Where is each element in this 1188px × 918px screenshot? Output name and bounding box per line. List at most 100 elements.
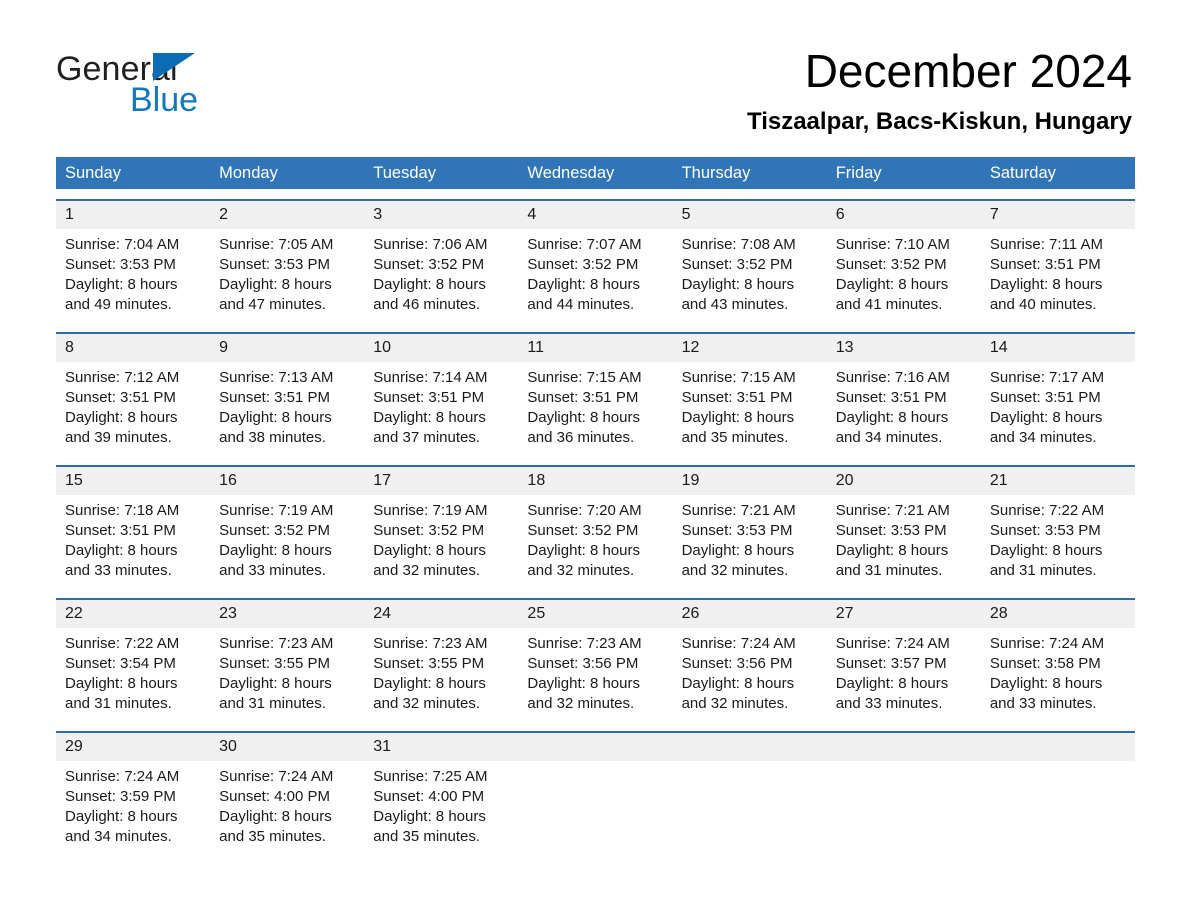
- daylight-text-cont: and 43 minutes.: [681, 296, 789, 313]
- daylight-text: Daylight: 8 hours: [373, 276, 486, 293]
- day-number[interactable]: 1: [56, 201, 210, 229]
- day-number[interactable]: 19: [673, 467, 827, 495]
- day-cell[interactable]: Sunrise: 7:23 AM Sunset: 3:56 PM Dayligh…: [518, 628, 672, 721]
- sunrise-text: Sunrise: 7:06 AM: [373, 236, 488, 253]
- sunrise-text: Sunrise: 7:24 AM: [835, 635, 950, 652]
- daylight-text: Daylight: 8 hours: [681, 276, 795, 293]
- day-number[interactable]: 27: [827, 600, 981, 628]
- day-number[interactable]: 4: [518, 201, 672, 229]
- day-cell-empty: [673, 733, 827, 761]
- daylight-text: Daylight: 8 hours: [835, 675, 949, 692]
- day-cell[interactable]: Sunrise: 7:07 AM Sunset: 3:52 PM Dayligh…: [518, 229, 672, 322]
- daylight-text-cont: and 38 minutes.: [219, 429, 326, 446]
- daylight-text: Daylight: 8 hours: [65, 409, 178, 426]
- day-number[interactable]: 3: [364, 201, 518, 229]
- week-detail-row: Sunrise: 7:04 AM Sunset: 3:53 PM Dayligh…: [56, 229, 1135, 322]
- day-cell[interactable]: Sunrise: 7:19 AM Sunset: 3:52 PM Dayligh…: [210, 495, 364, 588]
- day-cell-empty: [827, 761, 981, 854]
- daylight-text: Daylight: 8 hours: [681, 409, 795, 426]
- day-number[interactable]: 14: [981, 334, 1135, 362]
- day-number[interactable]: 20: [827, 467, 981, 495]
- day-cell[interactable]: Sunrise: 7:08 AM Sunset: 3:52 PM Dayligh…: [673, 229, 827, 322]
- day-cell[interactable]: Sunrise: 7:24 AM Sunset: 3:58 PM Dayligh…: [981, 628, 1135, 721]
- day-cell[interactable]: Sunrise: 7:15 AM Sunset: 3:51 PM Dayligh…: [673, 362, 827, 455]
- daylight-text-cont: and 47 minutes.: [219, 296, 326, 313]
- day-number[interactable]: 9: [210, 334, 364, 362]
- sunrise-text: Sunrise: 7:22 AM: [989, 502, 1105, 519]
- daylight-text-cont: and 31 minutes.: [835, 562, 943, 579]
- day-number[interactable]: 5: [673, 201, 827, 229]
- day-number[interactable]: 11: [518, 334, 672, 362]
- day-cell[interactable]: Sunrise: 7:20 AM Sunset: 3:52 PM Dayligh…: [518, 495, 672, 588]
- sunrise-text: Sunrise: 7:23 AM: [373, 635, 488, 652]
- daylight-text-cont: and 35 minutes.: [219, 828, 326, 845]
- day-cell[interactable]: Sunrise: 7:24 AM Sunset: 4:00 PM Dayligh…: [210, 761, 364, 854]
- daylight-text-cont: and 31 minutes.: [989, 562, 1097, 579]
- sunset-text: Sunset: 3:54 PM: [65, 655, 176, 672]
- sunrise-text: Sunrise: 7:23 AM: [527, 635, 642, 652]
- sunset-text: Sunset: 3:55 PM: [219, 655, 331, 672]
- sunset-text: Sunset: 3:51 PM: [527, 389, 639, 406]
- page-title: December 2024: [804, 45, 1132, 97]
- day-number[interactable]: 16: [210, 467, 364, 495]
- sunset-text: Sunset: 3:51 PM: [373, 389, 485, 406]
- day-number[interactable]: 31: [364, 733, 518, 761]
- day-number[interactable]: 25: [518, 600, 672, 628]
- day-number[interactable]: 28: [981, 600, 1135, 628]
- day-number[interactable]: 15: [56, 467, 210, 495]
- day-cell[interactable]: Sunrise: 7:14 AM Sunset: 3:51 PM Dayligh…: [364, 362, 518, 455]
- sunrise-text: Sunrise: 7:24 AM: [681, 635, 796, 652]
- day-number[interactable]: 8: [56, 334, 210, 362]
- day-cell[interactable]: Sunrise: 7:24 AM Sunset: 3:59 PM Dayligh…: [56, 761, 210, 854]
- day-number[interactable]: 22: [56, 600, 210, 628]
- page-subtitle: Tiszaalpar, Bacs-Kiskun, Hungary: [746, 108, 1132, 135]
- sunset-text: Sunset: 3:51 PM: [219, 389, 331, 406]
- day-number[interactable]: 2: [210, 201, 364, 229]
- day-number[interactable]: 23: [210, 600, 364, 628]
- day-cell[interactable]: Sunrise: 7:13 AM Sunset: 3:51 PM Dayligh…: [210, 362, 364, 455]
- day-cell[interactable]: Sunrise: 7:25 AM Sunset: 4:00 PM Dayligh…: [364, 761, 518, 854]
- day-cell[interactable]: Sunrise: 7:10 AM Sunset: 3:52 PM Dayligh…: [827, 229, 981, 322]
- day-cell[interactable]: Sunrise: 7:04 AM Sunset: 3:53 PM Dayligh…: [56, 229, 210, 322]
- day-cell-empty: [981, 733, 1135, 761]
- day-number[interactable]: 29: [56, 733, 210, 761]
- day-number[interactable]: 30: [210, 733, 364, 761]
- logo-text-blue: Blue: [130, 81, 199, 119]
- day-number[interactable]: 26: [673, 600, 827, 628]
- daylight-text-cont: and 33 minutes.: [65, 562, 172, 579]
- day-cell[interactable]: Sunrise: 7:22 AM Sunset: 3:54 PM Dayligh…: [56, 628, 210, 721]
- day-number[interactable]: 18: [518, 467, 672, 495]
- day-cell[interactable]: Sunrise: 7:19 AM Sunset: 3:52 PM Dayligh…: [364, 495, 518, 588]
- day-number[interactable]: 12: [673, 334, 827, 362]
- day-number[interactable]: 21: [981, 467, 1135, 495]
- day-number[interactable]: 17: [364, 467, 518, 495]
- sunset-text: Sunset: 3:59 PM: [65, 788, 176, 805]
- day-number[interactable]: 10: [364, 334, 518, 362]
- daylight-text-cont: and 34 minutes.: [835, 429, 943, 446]
- day-cell[interactable]: Sunrise: 7:23 AM Sunset: 3:55 PM Dayligh…: [210, 628, 364, 721]
- day-cell[interactable]: Sunrise: 7:12 AM Sunset: 3:51 PM Dayligh…: [56, 362, 210, 455]
- daylight-text-cont: and 49 minutes.: [65, 296, 172, 313]
- day-number[interactable]: 6: [827, 201, 981, 229]
- day-cell[interactable]: Sunrise: 7:21 AM Sunset: 3:53 PM Dayligh…: [673, 495, 827, 588]
- sunrise-text: Sunrise: 7:13 AM: [219, 369, 334, 386]
- day-cell[interactable]: Sunrise: 7:23 AM Sunset: 3:55 PM Dayligh…: [364, 628, 518, 721]
- day-number[interactable]: 7: [981, 201, 1135, 229]
- day-cell[interactable]: Sunrise: 7:06 AM Sunset: 3:52 PM Dayligh…: [364, 229, 518, 322]
- daylight-text: Daylight: 8 hours: [835, 409, 949, 426]
- day-cell[interactable]: Sunrise: 7:11 AM Sunset: 3:51 PM Dayligh…: [981, 229, 1135, 322]
- sunrise-text: Sunrise: 7:19 AM: [219, 502, 334, 519]
- day-cell[interactable]: Sunrise: 7:17 AM Sunset: 3:51 PM Dayligh…: [981, 362, 1135, 455]
- sunrise-text: Sunrise: 7:19 AM: [373, 502, 488, 519]
- day-cell[interactable]: Sunrise: 7:05 AM Sunset: 3:53 PM Dayligh…: [210, 229, 364, 322]
- general-blue-logo[interactable]: General Blue: [56, 50, 376, 120]
- day-number[interactable]: 13: [827, 334, 981, 362]
- day-cell[interactable]: Sunrise: 7:24 AM Sunset: 3:57 PM Dayligh…: [827, 628, 981, 721]
- day-number[interactable]: 24: [364, 600, 518, 628]
- day-cell[interactable]: Sunrise: 7:15 AM Sunset: 3:51 PM Dayligh…: [518, 362, 672, 455]
- day-cell[interactable]: Sunrise: 7:24 AM Sunset: 3:56 PM Dayligh…: [673, 628, 827, 721]
- day-cell[interactable]: Sunrise: 7:22 AM Sunset: 3:53 PM Dayligh…: [981, 495, 1135, 588]
- day-cell[interactable]: Sunrise: 7:18 AM Sunset: 3:51 PM Dayligh…: [56, 495, 210, 588]
- day-cell[interactable]: Sunrise: 7:16 AM Sunset: 3:51 PM Dayligh…: [827, 362, 981, 455]
- day-cell[interactable]: Sunrise: 7:21 AM Sunset: 3:53 PM Dayligh…: [827, 495, 981, 588]
